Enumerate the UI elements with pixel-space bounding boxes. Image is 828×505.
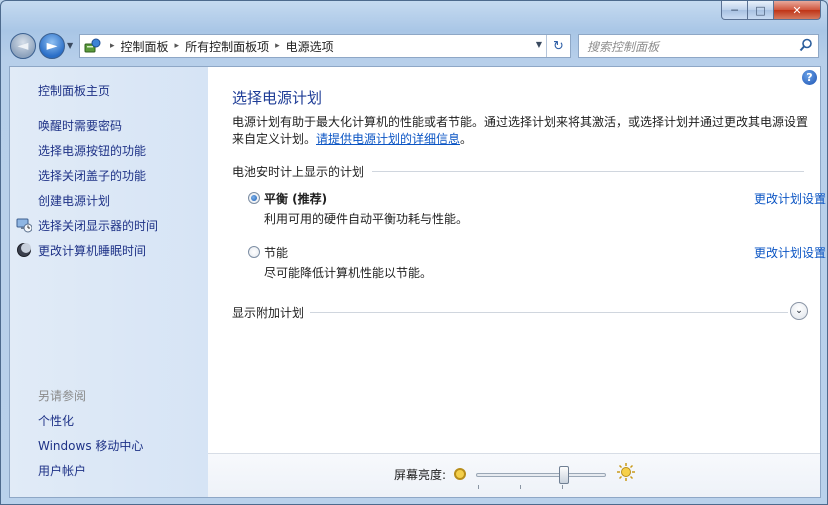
moon-icon bbox=[16, 242, 32, 258]
page-description: 电源计划有助于最大化计算机的性能或者节能。通过选择计划来将其激活，或选择计划并通… bbox=[232, 114, 812, 148]
brightness-label: 屏幕亮度: bbox=[394, 468, 447, 482]
search-icon[interactable] bbox=[799, 38, 813, 55]
sidebar-link-lid-close[interactable]: 选择关闭盖子的功能 bbox=[38, 167, 146, 184]
bright-sun-icon bbox=[616, 462, 636, 485]
sidebar-link-control-panel-home[interactable]: 控制面板主页 bbox=[38, 82, 110, 99]
sidebar-link-sleep-time[interactable]: 更改计算机睡眠时间 bbox=[38, 242, 146, 259]
description-end: 。 bbox=[460, 132, 473, 146]
window-controls: ─ □ ✕ bbox=[721, 1, 821, 20]
page-title: 选择电源计划 bbox=[232, 89, 323, 107]
change-plan-settings-power-saver[interactable]: 更改计划设置 bbox=[754, 244, 826, 261]
sidebar-link-create-plan[interactable]: 创建电源计划 bbox=[38, 192, 110, 209]
address-bar[interactable]: ▸ 控制面板 ▸ 所有控制面板项 ▸ 电源选项 ▼ ↻ bbox=[79, 34, 571, 58]
recent-pages-dropdown[interactable]: ▼ bbox=[67, 41, 73, 50]
brightness-slider[interactable] bbox=[476, 466, 606, 484]
address-dropdown-button[interactable]: ▼ bbox=[536, 40, 542, 49]
brightness-bar: 屏幕亮度: bbox=[208, 453, 820, 497]
help-icon[interactable]: ? bbox=[802, 70, 817, 85]
search-input[interactable]: 搜索控制面板 bbox=[578, 34, 819, 58]
breadcrumb-separator-icon: ▸ bbox=[110, 41, 115, 51]
control-panel-icon bbox=[82, 36, 104, 56]
power-options-window: ─ □ ✕ ◄ ► ▼ ▸ 控制面板 ▸ 所有控制面板项 ▸ 电源选项 ▼ ↻ … bbox=[0, 0, 828, 505]
plan-radio-balanced[interactable] bbox=[248, 192, 260, 204]
plan-name-power-saver[interactable]: 节能 bbox=[264, 244, 288, 261]
see-also-heading: 另请参阅 bbox=[38, 389, 87, 403]
plans-group-title: 电池安时计上显示的计划 bbox=[232, 165, 365, 179]
breadcrumb-power-options[interactable]: 电源选项 bbox=[286, 38, 334, 55]
additional-plans-divider bbox=[310, 312, 788, 313]
content-area: 控制面板主页 唤醒时需要密码 选择电源按钮的功能 选择关闭盖子的功能 创建电源计… bbox=[9, 66, 826, 498]
main-pane: ? 选择电源计划 电源计划有助于最大化计算机的性能或者节能。通过选择计划来将其激… bbox=[208, 67, 826, 497]
close-button[interactable]: ✕ bbox=[774, 1, 821, 20]
slider-ticks bbox=[478, 485, 604, 489]
breadcrumb-separator-icon[interactable]: ▸ bbox=[175, 41, 180, 51]
breadcrumb-separator-icon[interactable]: ▸ bbox=[275, 41, 280, 51]
back-button[interactable]: ◄ bbox=[10, 33, 36, 59]
group-divider bbox=[372, 171, 804, 172]
dim-sun-icon bbox=[454, 468, 466, 480]
plan-desc-power-saver: 尽可能降低计算机性能以节能。 bbox=[264, 266, 433, 280]
sidebar-link-mobility-center[interactable]: Windows 移动中心 bbox=[38, 437, 143, 454]
brightness-slider-thumb[interactable] bbox=[559, 466, 570, 484]
expand-chevron-icon[interactable]: ⌄ bbox=[790, 302, 808, 320]
plan-name-balanced[interactable]: 平衡 (推荐) bbox=[264, 190, 327, 207]
sidebar-link-display-off-time[interactable]: 选择关闭显示器的时间 bbox=[38, 217, 158, 234]
additional-plans-label[interactable]: 显示附加计划 bbox=[232, 304, 304, 321]
search-placeholder: 搜索控制面板 bbox=[587, 39, 660, 54]
task-pane: 控制面板主页 唤醒时需要密码 选择电源按钮的功能 选择关闭盖子的功能 创建电源计… bbox=[10, 67, 208, 497]
change-plan-settings-balanced[interactable]: 更改计划设置 bbox=[754, 190, 826, 207]
minimize-button[interactable]: ─ bbox=[721, 1, 748, 20]
sidebar-link-user-accounts[interactable]: 用户帐户 bbox=[38, 462, 86, 479]
sidebar-link-power-buttons[interactable]: 选择电源按钮的功能 bbox=[38, 142, 146, 159]
maximize-button[interactable]: □ bbox=[748, 1, 774, 20]
monitor-clock-icon bbox=[16, 217, 33, 233]
breadcrumb-control-panel[interactable]: 控制面板 bbox=[121, 38, 169, 55]
forward-button[interactable]: ► bbox=[39, 33, 65, 59]
plan-desc-balanced: 利用可用的硬件自动平衡功耗与性能。 bbox=[264, 212, 469, 226]
plan-details-link[interactable]: 请提供电源计划的详细信息 bbox=[316, 132, 460, 146]
sidebar-link-personalization[interactable]: 个性化 bbox=[38, 412, 74, 429]
refresh-button[interactable]: ↻ bbox=[546, 35, 570, 57]
sidebar-link-wake-password[interactable]: 唤醒时需要密码 bbox=[38, 117, 122, 134]
plan-radio-power-saver[interactable] bbox=[248, 246, 260, 258]
breadcrumb-all-items[interactable]: 所有控制面板项 bbox=[185, 38, 269, 55]
